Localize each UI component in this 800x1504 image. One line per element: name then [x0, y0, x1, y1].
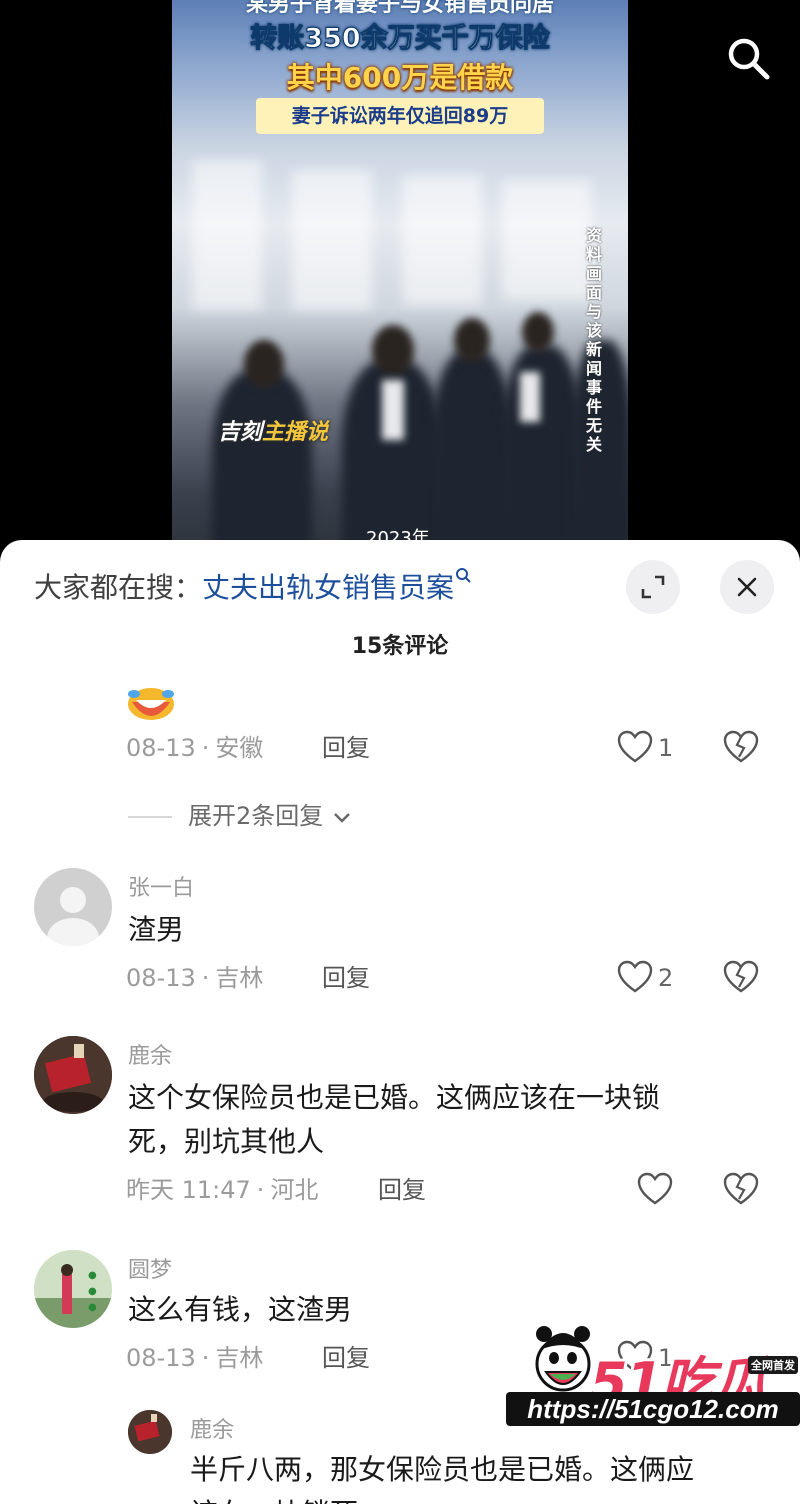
background-person — [432, 350, 512, 560]
user-photo-icon — [128, 1410, 172, 1454]
comment-date: 08-13 — [126, 964, 196, 992]
video-frame[interactable]: 某男子背着妻子与女销售员同居 转账350余万买千万保险 其中600万是借款 妻子… — [172, 0, 628, 560]
avatar[interactable] — [34, 868, 112, 946]
search-button[interactable] — [724, 34, 772, 82]
watermark-url: https://51cgo12.com — [506, 1392, 800, 1426]
background-window — [402, 175, 482, 305]
trending-search-prefix: 大家都在搜： — [34, 571, 203, 604]
background-window — [192, 160, 262, 310]
background-window — [502, 180, 592, 300]
comment-date: 08-13 — [126, 734, 196, 762]
video-player[interactable]: 某男子背着妻子与女销售员同居 转账350余万买千万保险 其中600万是借款 妻子… — [0, 0, 800, 560]
video-subheadline: 妻子诉讼两年仅追回89万 — [256, 98, 544, 134]
heart-icon — [637, 1172, 673, 1205]
comment-text: 这么有钱，这渣男 — [128, 1293, 353, 1326]
reply-text-line: 半斤八两，那女保险员也是已婚。这俩应 — [190, 1453, 695, 1486]
search-icon — [456, 568, 471, 583]
comment-meta: 昨天 11:47 · 河北 — [126, 1176, 319, 1204]
reply-username[interactable]: 鹿余 — [190, 1412, 234, 1444]
laughing-emoji — [126, 686, 176, 726]
reply-button[interactable]: 回复 — [322, 960, 370, 996]
comment-meta: 08-13 · 吉林 — [126, 964, 264, 992]
search-icon — [728, 38, 770, 80]
svg-text:●: ● — [88, 1302, 97, 1313]
comment-text: 渣男 — [128, 913, 185, 946]
broken-heart-icon — [723, 960, 759, 993]
close-button[interactable] — [720, 560, 774, 614]
site-watermark: 51吃瓜 全网首发 https://51cgo12.com — [506, 1316, 800, 1432]
default-user-icon — [47, 887, 99, 946]
comment-location: 河北 — [270, 1176, 319, 1204]
close-icon — [737, 577, 757, 597]
like-button[interactable]: 1 — [616, 728, 696, 768]
dislike-button[interactable] — [722, 958, 762, 998]
comment-text-line: 死，别坑其他人 — [128, 1125, 325, 1158]
background-person-head — [372, 325, 414, 375]
video-headline: 转账350余万买千万保险 — [250, 23, 550, 55]
reply-text-line: 该在一块锁死 — [190, 1492, 358, 1504]
background-person-head — [522, 312, 554, 352]
channel-logo-part-a: 吉刻 — [218, 420, 263, 445]
background-person-head — [244, 340, 284, 388]
like-button[interactable]: 2 — [616, 958, 696, 998]
expand-button[interactable] — [626, 560, 680, 614]
comment-username[interactable]: 圆梦 — [128, 1252, 172, 1284]
background-person — [212, 370, 312, 560]
comment-date: 昨天 11:47 — [126, 1176, 251, 1204]
headline-partial: 某男子背着妻子与女销售员同居 — [245, 0, 554, 17]
comment-username[interactable]: 张一白 — [128, 870, 194, 902]
reply-button[interactable]: 回复 — [322, 730, 370, 766]
laughing-face-icon — [128, 688, 174, 720]
trending-search-keyword[interactable]: 丈夫出轨女销售员案 — [202, 571, 454, 604]
avatar[interactable] — [34, 1036, 112, 1114]
dislike-button[interactable] — [722, 728, 762, 768]
watermark-tag: 全网首发 — [748, 1356, 798, 1374]
like-count: 1 — [658, 734, 674, 762]
avatar[interactable] — [128, 1410, 172, 1454]
chevron-down-icon — [334, 813, 350, 823]
background-person — [502, 345, 582, 560]
like-button[interactable] — [636, 1170, 676, 1210]
reply-button[interactable]: 回复 — [378, 1172, 426, 1208]
channel-logo-part-b: 主播说 — [262, 420, 329, 445]
comment-meta: 08-13 · 安徽 — [126, 734, 264, 762]
trending-search-bar[interactable]: 大家都在搜：丈夫出轨女销售员案 — [34, 566, 474, 610]
expand-icon — [641, 575, 665, 599]
svg-text:●: ● — [88, 1270, 97, 1281]
user-photo-icon: ● ● ● — [34, 1250, 112, 1328]
comment-username[interactable]: 鹿余 — [128, 1038, 172, 1070]
like-count: 2 — [658, 964, 674, 992]
user-photo-icon — [34, 1036, 112, 1114]
comment-meta: 08-13 · 吉林 — [126, 1344, 264, 1372]
mascot-icon — [535, 1326, 591, 1392]
avatar[interactable]: ● ● ● — [34, 1250, 112, 1328]
reply-button[interactable]: 回复 — [322, 1340, 370, 1376]
broken-heart-icon — [723, 730, 759, 763]
dislike-button[interactable] — [722, 1170, 762, 1210]
background-shirt — [520, 372, 540, 422]
heart-icon — [617, 960, 653, 993]
comment-date: 08-13 — [126, 1344, 196, 1372]
svg-text:●: ● — [88, 1286, 97, 1297]
video-headline-highlight: 其中600万是借款 — [286, 61, 514, 94]
background-window — [292, 170, 372, 310]
comment-location: 吉林 — [215, 964, 264, 992]
channel-logo: 吉刻主播说 — [218, 414, 328, 446]
background-person-head — [454, 318, 490, 362]
comment-location: 安徽 — [215, 734, 264, 762]
heart-icon — [617, 730, 653, 763]
divider — [128, 816, 172, 818]
expand-replies-button[interactable]: 展开2条回复 — [128, 798, 353, 834]
comment-text-line: 这个女保险员也是已婚。这俩应该在一块锁 — [128, 1081, 661, 1114]
comment-location: 吉林 — [215, 1344, 264, 1372]
broken-heart-icon — [723, 1172, 759, 1205]
background-shirt — [382, 380, 404, 440]
video-disclaimer: 资料画面与该新闻事件无关 — [585, 226, 602, 454]
expand-replies-label: 展开2条回复 — [188, 802, 324, 830]
comment-count: 15条评论 — [351, 634, 449, 659]
